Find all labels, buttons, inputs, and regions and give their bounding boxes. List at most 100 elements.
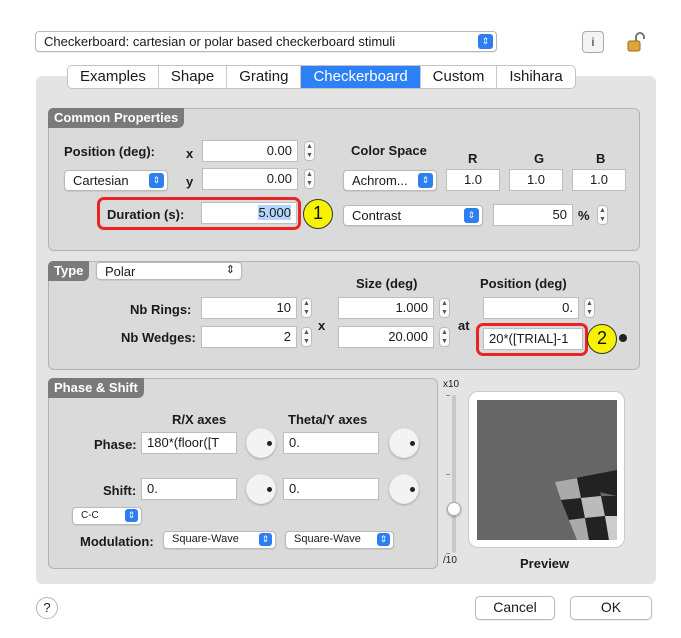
- dial-dot-icon[interactable]: [619, 334, 627, 342]
- annotation-badge-1: 1: [303, 199, 333, 229]
- b-label: B: [596, 151, 606, 166]
- stimulus-type-select[interactable]: Checkerboard: cartesian or polar based c…: [35, 31, 497, 52]
- tab-grating[interactable]: Grating: [227, 66, 302, 88]
- size-rings-stepper[interactable]: ▲ ▼: [439, 298, 450, 318]
- stimulus-type-label: Checkerboard: cartesian or polar based c…: [44, 34, 396, 49]
- cc-value: C-C: [81, 510, 99, 521]
- annotation-badge-2: 2: [587, 324, 617, 354]
- shift-rx-field[interactable]: 0.: [141, 478, 237, 500]
- zoom-slider-track[interactable]: [452, 395, 456, 553]
- tab-ishihara[interactable]: Ishihara: [497, 66, 574, 88]
- r-field[interactable]: 1.0: [446, 169, 500, 191]
- nb-rings-label: Nb Rings:: [130, 302, 192, 317]
- size-wedges-field[interactable]: 20.000: [338, 326, 434, 348]
- zoom-min-label: /10: [443, 555, 457, 566]
- color-space-label: Color Space: [351, 143, 427, 158]
- color-space-value: Achrom...: [352, 173, 408, 188]
- tab-custom[interactable]: Custom: [421, 66, 498, 88]
- coordinate-label: Cartesian: [73, 173, 129, 188]
- modulation-rx-value: Square-Wave: [172, 533, 239, 545]
- at-label: at: [458, 318, 470, 333]
- checkerboard-preview-image: [555, 470, 617, 540]
- zoom-max-label: x10: [443, 379, 460, 390]
- color-space-select[interactable]: Achrom... ⇕: [343, 170, 437, 191]
- chevron-updown-icon: ⇕: [377, 533, 390, 546]
- nb-wedges-stepper[interactable]: ▲ ▼: [301, 327, 312, 347]
- phase-rx-knob[interactable]: [246, 428, 276, 458]
- cancel-button[interactable]: Cancel: [475, 596, 555, 620]
- position-rings-stepper[interactable]: ▲ ▼: [584, 298, 595, 318]
- chevron-updown-icon: ⇕: [478, 34, 493, 49]
- preview-canvas: [477, 400, 617, 540]
- tab-examples[interactable]: Examples: [68, 66, 159, 88]
- position-x-field[interactable]: 0.00: [202, 140, 298, 162]
- rx-axes-label: R/X axes: [172, 412, 227, 427]
- modulation-label: Modulation:: [80, 534, 154, 549]
- r-label: R: [468, 151, 478, 166]
- phase-shift-title: Phase & Shift: [48, 378, 144, 398]
- modulation-ty-value: Square-Wave: [294, 533, 361, 545]
- tab-bar: Examples Shape Grating Checkerboard Cust…: [67, 65, 576, 89]
- size-wedges-stepper[interactable]: ▲ ▼: [439, 327, 450, 347]
- chevron-updown-icon: ⇕: [464, 208, 479, 223]
- type-select[interactable]: Polar ⇕: [96, 262, 242, 280]
- x-label: x: [186, 146, 194, 161]
- help-icon: ?: [43, 600, 51, 615]
- info-icon: i: [591, 35, 595, 49]
- chevron-updown-icon: ⇕: [259, 533, 272, 546]
- position-x-stepper[interactable]: ▲ ▼: [304, 141, 315, 161]
- position-y-stepper[interactable]: ▲ ▼: [304, 169, 315, 189]
- contrast-field[interactable]: 50: [493, 204, 573, 226]
- preview-label: Preview: [520, 556, 570, 571]
- position-rings-field[interactable]: 0.: [483, 297, 579, 319]
- phase-rx-field[interactable]: 180*(floor([T: [141, 432, 237, 454]
- tab-shape[interactable]: Shape: [159, 66, 228, 88]
- position-y-field[interactable]: 0.00: [202, 168, 298, 190]
- lock-icon[interactable]: [627, 32, 645, 52]
- tab-checkerboard[interactable]: Checkerboard: [301, 66, 421, 88]
- shift-ty-field[interactable]: 0.: [283, 478, 379, 500]
- type-title: Type: [48, 261, 90, 281]
- shift-ty-knob[interactable]: [389, 474, 419, 504]
- coordinate-select[interactable]: Cartesian ⇕: [64, 170, 168, 191]
- nb-rings-field[interactable]: 10: [201, 297, 297, 319]
- zoom-slider-tick: [446, 474, 450, 475]
- zoom-slider-tick: [446, 395, 450, 396]
- phase-label: Phase:: [94, 437, 137, 452]
- size-rings-field[interactable]: 1.000: [338, 297, 434, 319]
- g-field[interactable]: 1.0: [509, 169, 563, 191]
- phase-ty-knob[interactable]: [389, 428, 419, 458]
- zoom-slider-handle[interactable]: [447, 502, 461, 516]
- contrast-stepper[interactable]: ▲ ▼: [597, 205, 608, 225]
- contrast-select[interactable]: Contrast ⇕: [343, 205, 483, 226]
- duration-highlight: [97, 197, 301, 230]
- chevron-updown-icon: ⇕: [149, 173, 164, 188]
- preview-panel: [468, 391, 625, 548]
- g-label: G: [534, 151, 545, 166]
- zoom-slider-tick: [446, 553, 450, 554]
- nb-wedges-label: Nb Wedges:: [121, 330, 196, 345]
- chevron-updown-icon: ⇕: [418, 173, 433, 188]
- modulation-rx-select[interactable]: Square-Wave ⇕: [163, 531, 276, 549]
- cc-select[interactable]: C-C ⇕: [72, 507, 142, 525]
- ok-button[interactable]: OK: [570, 596, 652, 620]
- common-properties-title: Common Properties: [48, 108, 185, 128]
- shift-rx-knob[interactable]: [246, 474, 276, 504]
- size-label: Size (deg): [356, 276, 418, 291]
- chevron-updown-icon: ⇕: [225, 264, 235, 276]
- times-label: x: [318, 318, 326, 333]
- nb-rings-stepper[interactable]: ▲ ▼: [301, 298, 312, 318]
- position-label: Position (deg):: [64, 144, 155, 159]
- y-label: y: [186, 174, 194, 189]
- contrast-label: Contrast: [352, 208, 402, 223]
- type-value: Polar: [105, 264, 136, 279]
- type-position-label: Position (deg): [480, 276, 567, 291]
- shift-label: Shift:: [103, 483, 137, 498]
- help-button[interactable]: ?: [36, 597, 58, 619]
- info-button[interactable]: i: [582, 31, 604, 53]
- phase-ty-field[interactable]: 0.: [283, 432, 379, 454]
- modulation-ty-select[interactable]: Square-Wave ⇕: [285, 531, 394, 549]
- nb-wedges-field[interactable]: 2: [201, 326, 297, 348]
- percent-label: %: [578, 208, 590, 223]
- b-field[interactable]: 1.0: [572, 169, 626, 191]
